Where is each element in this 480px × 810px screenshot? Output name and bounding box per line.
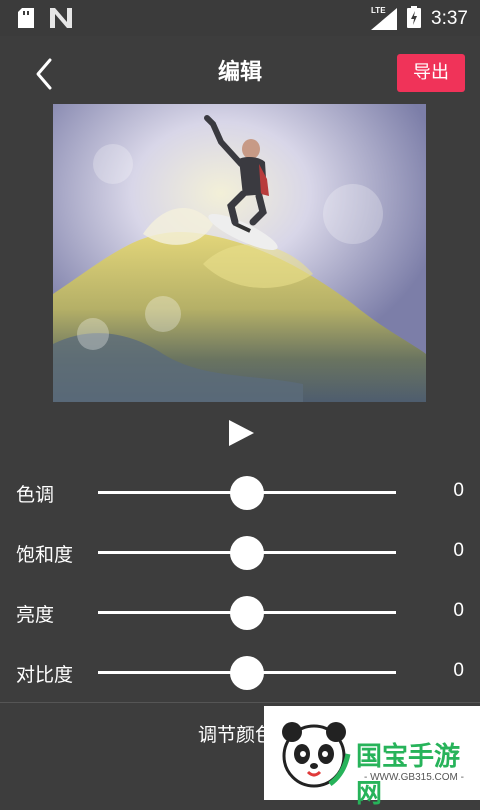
toolbar: 编辑 导出 <box>0 36 480 108</box>
contrast-slider[interactable] <box>98 656 396 690</box>
adjust-row-saturation: 饱和度 0 <box>0 532 480 572</box>
clock: 3:37 <box>431 8 468 29</box>
surfer-wave-image <box>53 104 426 402</box>
export-button[interactable]: 导出 <box>397 54 465 92</box>
adjust-row-contrast: 对比度 0 <box>0 652 480 692</box>
adjust-label: 对比度 <box>16 664 74 686</box>
adjust-row-brightness: 亮度 0 <box>0 592 480 632</box>
slider-thumb[interactable] <box>230 656 264 690</box>
network-type-label: LTE <box>371 6 386 15</box>
status-bar-right: LTE 3:37 <box>371 6 468 32</box>
slider-thumb[interactable] <box>230 596 264 630</box>
panda-logo-icon <box>282 722 351 788</box>
slider-thumb[interactable] <box>230 536 264 570</box>
status-bar: LTE 3:37 <box>0 0 480 36</box>
adjust-value: 0 <box>453 600 464 621</box>
adjust-value: 0 <box>453 660 464 681</box>
slider-thumb[interactable] <box>230 476 264 510</box>
sd-card-icon <box>18 8 34 32</box>
adjust-value: 0 <box>453 480 464 501</box>
play-button[interactable] <box>226 418 256 448</box>
brightness-slider[interactable] <box>98 596 396 630</box>
battery-icon <box>407 6 422 32</box>
saturation-slider[interactable] <box>98 536 396 570</box>
adjust-label: 饱和度 <box>16 544 74 566</box>
adjust-label: 色调 <box>16 484 55 506</box>
play-icon <box>229 420 254 446</box>
watermark-subtext: - WWW.GB315.COM - <box>364 772 464 783</box>
adjust-label: 亮度 <box>16 604 55 626</box>
adjust-color-tab[interactable]: 调节颜色 <box>198 720 274 747</box>
watermark: 国宝手游网 - WWW.GB315.COM - <box>264 706 480 809</box>
signal-icon: LTE <box>371 6 398 30</box>
status-bar-left <box>18 8 72 32</box>
adjust-value: 0 <box>453 540 464 561</box>
adjust-row-hue: 色调 0 <box>0 472 480 512</box>
n-notification-icon <box>50 8 72 32</box>
video-preview[interactable] <box>53 104 426 402</box>
divider <box>0 702 480 703</box>
hue-slider[interactable] <box>98 476 396 510</box>
